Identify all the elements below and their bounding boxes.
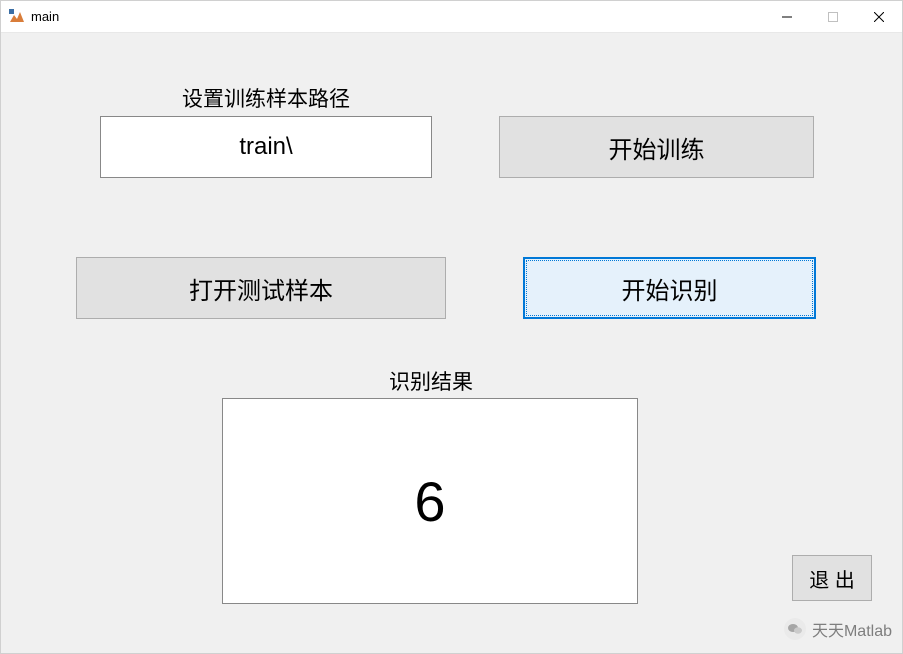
open-test-sample-button[interactable]: 打开测试样本 — [76, 257, 446, 319]
train-path-label: 设置训练样本路径 — [166, 83, 366, 113]
app-icon — [9, 9, 25, 25]
main-window: main 设置训练样本路径 开始训练 打开测试样本 开始识别 识别结果 6 退 … — [0, 0, 903, 654]
window-controls — [764, 1, 902, 32]
wechat-icon — [784, 618, 806, 640]
titlebar: main — [1, 1, 902, 33]
result-display: 6 — [222, 398, 638, 604]
maximize-button — [810, 1, 856, 32]
watermark: 天天Matlab — [784, 617, 892, 641]
train-path-input[interactable] — [100, 116, 432, 178]
start-train-button[interactable]: 开始训练 — [499, 116, 814, 178]
start-recognize-button[interactable]: 开始识别 — [523, 257, 816, 319]
minimize-button[interactable] — [764, 1, 810, 32]
watermark-text: 天天Matlab — [812, 617, 892, 641]
close-button[interactable] — [856, 1, 902, 32]
client-area: 设置训练样本路径 开始训练 打开测试样本 开始识别 识别结果 6 退 出 天天M… — [1, 33, 902, 653]
result-value: 6 — [414, 469, 445, 534]
exit-button[interactable]: 退 出 — [792, 555, 872, 601]
window-title: main — [31, 9, 764, 24]
result-label: 识别结果 — [381, 366, 481, 396]
